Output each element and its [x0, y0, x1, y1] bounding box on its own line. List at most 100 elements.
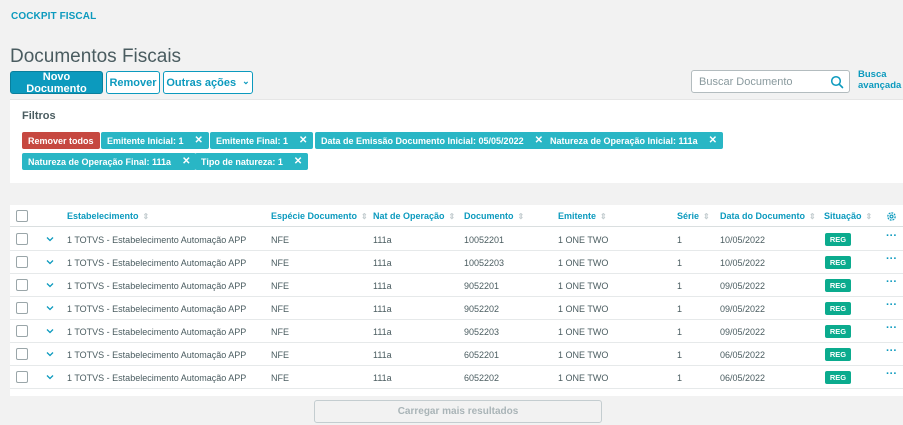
- chevron-down-icon[interactable]: [45, 234, 55, 244]
- filter-tag[interactable]: Natureza de Operação Final: 111a ✕: [22, 153, 197, 170]
- more-options-icon[interactable]: ···: [886, 299, 897, 311]
- filter-tag[interactable]: Emitente Inicial: 1 ✕: [101, 132, 209, 149]
- table-row[interactable]: 1 TOTVS - Estabelecimento Automação APP N…: [10, 320, 903, 343]
- column-label: Estabelecimento: [67, 211, 139, 221]
- row-checkbox[interactable]: [16, 302, 28, 314]
- table-row[interactable]: 1 TOTVS - Estabelecimento Automação APP N…: [10, 343, 903, 366]
- select-all-checkbox[interactable]: [16, 210, 28, 222]
- sort-icon: ⇕: [517, 212, 525, 221]
- column-header-emitente[interactable]: Emitente ⇕: [558, 211, 607, 221]
- close-icon[interactable]: ✕: [182, 156, 190, 167]
- table-row[interactable]: 1 TOTVS - Estabelecimento Automação APP N…: [10, 366, 903, 389]
- filter-title: Filtros: [22, 110, 56, 122]
- cell-estabelecimento: 1 TOTVS - Estabelecimento Automação APP: [67, 235, 247, 245]
- chevron-down-icon[interactable]: [45, 257, 55, 267]
- table-header: Estabelecimento ⇕ Espécie Documento ⇕ Nat …: [10, 205, 903, 227]
- filter-tag-label: Tipo de natureza: 1: [201, 156, 283, 167]
- gear-icon[interactable]: [886, 211, 897, 222]
- more-options-icon[interactable]: ···: [886, 253, 897, 265]
- load-more-button[interactable]: Carregar mais resultados: [314, 400, 602, 423]
- cell-nat-operacao: 111a: [373, 327, 392, 337]
- cell-nat-operacao: 111a: [373, 281, 392, 291]
- table-row[interactable]: 1 TOTVS - Estabelecimento Automação APP N…: [10, 297, 903, 320]
- more-options-icon[interactable]: ···: [886, 230, 897, 242]
- filter-tag[interactable]: Tipo de natureza: 1 ✕: [195, 153, 309, 170]
- chevron-down-icon[interactable]: [45, 280, 55, 290]
- cell-estabelecimento: 1 TOTVS - Estabelecimento Automação APP: [67, 350, 247, 360]
- chevron-down-icon[interactable]: [45, 372, 55, 382]
- column-header-especie[interactable]: Espécie Documento ⇕: [271, 211, 368, 221]
- sort-icon: ⇕: [448, 212, 456, 221]
- remove-all-label: Remover todos: [28, 135, 94, 146]
- column-header-serie[interactable]: Série ⇕: [677, 211, 710, 221]
- column-header-documento[interactable]: Documento ⇕: [464, 211, 524, 221]
- more-options-icon[interactable]: ···: [886, 276, 897, 288]
- more-options-icon[interactable]: ···: [886, 322, 897, 334]
- search-box: [691, 70, 850, 93]
- column-header-nat-operacao[interactable]: Nat de Operação ⇕: [373, 211, 455, 221]
- status-badge: REG: [825, 348, 851, 361]
- advanced-search-link[interactable]: Busca avançada: [858, 69, 902, 91]
- column-label: Espécie Documento: [271, 211, 358, 221]
- status-badge: REG: [825, 302, 851, 315]
- column-label: Nat de Operação: [373, 211, 445, 221]
- column-header-situacao[interactable]: Situação ⇕: [824, 211, 872, 221]
- cell-especie: NFE: [271, 327, 289, 337]
- cell-nat-operacao: 111a: [373, 235, 392, 245]
- remove-all-filters-button[interactable]: Remover todos: [22, 132, 100, 149]
- sort-icon: ⇕: [600, 212, 607, 221]
- page-title: Documentos Fiscais: [10, 46, 182, 67]
- row-checkbox[interactable]: [16, 348, 28, 360]
- chevron-down-icon[interactable]: [45, 303, 55, 313]
- filter-tag-label: Emitente Inicial: 1: [107, 135, 184, 146]
- row-checkbox[interactable]: [16, 325, 28, 337]
- filter-tag-label: Natureza de Operação Inicial: 111a: [550, 135, 698, 146]
- chevron-down-icon[interactable]: [45, 349, 55, 359]
- sort-icon: ⇕: [865, 212, 873, 221]
- close-icon[interactable]: ✕: [535, 135, 543, 146]
- cell-serie: 1: [677, 235, 683, 245]
- row-checkbox[interactable]: [16, 371, 28, 383]
- cell-documento: 9052201: [464, 281, 500, 291]
- cell-serie: 1: [677, 327, 683, 337]
- search-icon[interactable]: [830, 75, 844, 89]
- cell-data: 09/05/2022: [720, 327, 766, 337]
- new-document-button[interactable]: Novo Documento: [10, 71, 103, 95]
- more-actions-label: Outras ações: [166, 76, 237, 89]
- chevron-down-icon: ⌄: [242, 76, 250, 86]
- table-row[interactable]: 1 TOTVS - Estabelecimento Automação APP N…: [10, 274, 903, 297]
- row-checkbox[interactable]: [16, 279, 28, 291]
- cell-especie: NFE: [271, 258, 289, 268]
- cell-nat-operacao: 111a: [373, 373, 392, 383]
- filter-tag[interactable]: Data de Emissão Documento Inicial: 05/05…: [315, 132, 549, 149]
- close-icon[interactable]: ✕: [299, 135, 307, 146]
- remove-button[interactable]: Remover: [106, 71, 160, 94]
- filter-tag-label: Data de Emissão Documento Inicial: 05/05…: [321, 135, 524, 146]
- cell-estabelecimento: 1 TOTVS - Estabelecimento Automação APP: [67, 327, 247, 337]
- cell-serie: 1: [677, 304, 683, 314]
- search-input[interactable]: [692, 71, 820, 92]
- filter-tag[interactable]: Emitente Final: 1 ✕: [210, 132, 314, 149]
- table-row[interactable]: 1 TOTVS - Estabelecimento Automação APP N…: [10, 228, 903, 251]
- row-checkbox[interactable]: [16, 256, 28, 268]
- more-options-icon[interactable]: ···: [886, 368, 897, 380]
- column-header-data[interactable]: Data do Documento ⇕: [720, 211, 816, 221]
- more-options-icon[interactable]: ···: [886, 345, 897, 357]
- sort-icon: ⇕: [142, 212, 150, 221]
- column-header-estabelecimento[interactable]: Estabelecimento ⇕: [67, 211, 149, 221]
- cell-especie: NFE: [271, 235, 289, 245]
- filter-tag-label: Natureza de Operação Final: 111a: [28, 156, 172, 167]
- more-actions-button[interactable]: Outras ações ⌄: [163, 71, 253, 94]
- cell-emitente: 1 ONE TWO: [558, 235, 609, 245]
- cell-data: 09/05/2022: [720, 281, 766, 291]
- close-icon[interactable]: ✕: [709, 135, 717, 146]
- cell-documento: 10052203: [464, 258, 505, 268]
- close-icon[interactable]: ✕: [195, 135, 203, 146]
- row-checkbox[interactable]: [16, 233, 28, 245]
- cell-estabelecimento: 1 TOTVS - Estabelecimento Automação APP: [67, 258, 247, 268]
- filter-tag[interactable]: Natureza de Operação Inicial: 111a ✕: [544, 132, 723, 149]
- close-icon[interactable]: ✕: [294, 156, 302, 167]
- cell-estabelecimento: 1 TOTVS - Estabelecimento Automação APP: [67, 373, 247, 383]
- table-row[interactable]: 1 TOTVS - Estabelecimento Automação APP N…: [10, 251, 903, 274]
- chevron-down-icon[interactable]: [45, 326, 55, 336]
